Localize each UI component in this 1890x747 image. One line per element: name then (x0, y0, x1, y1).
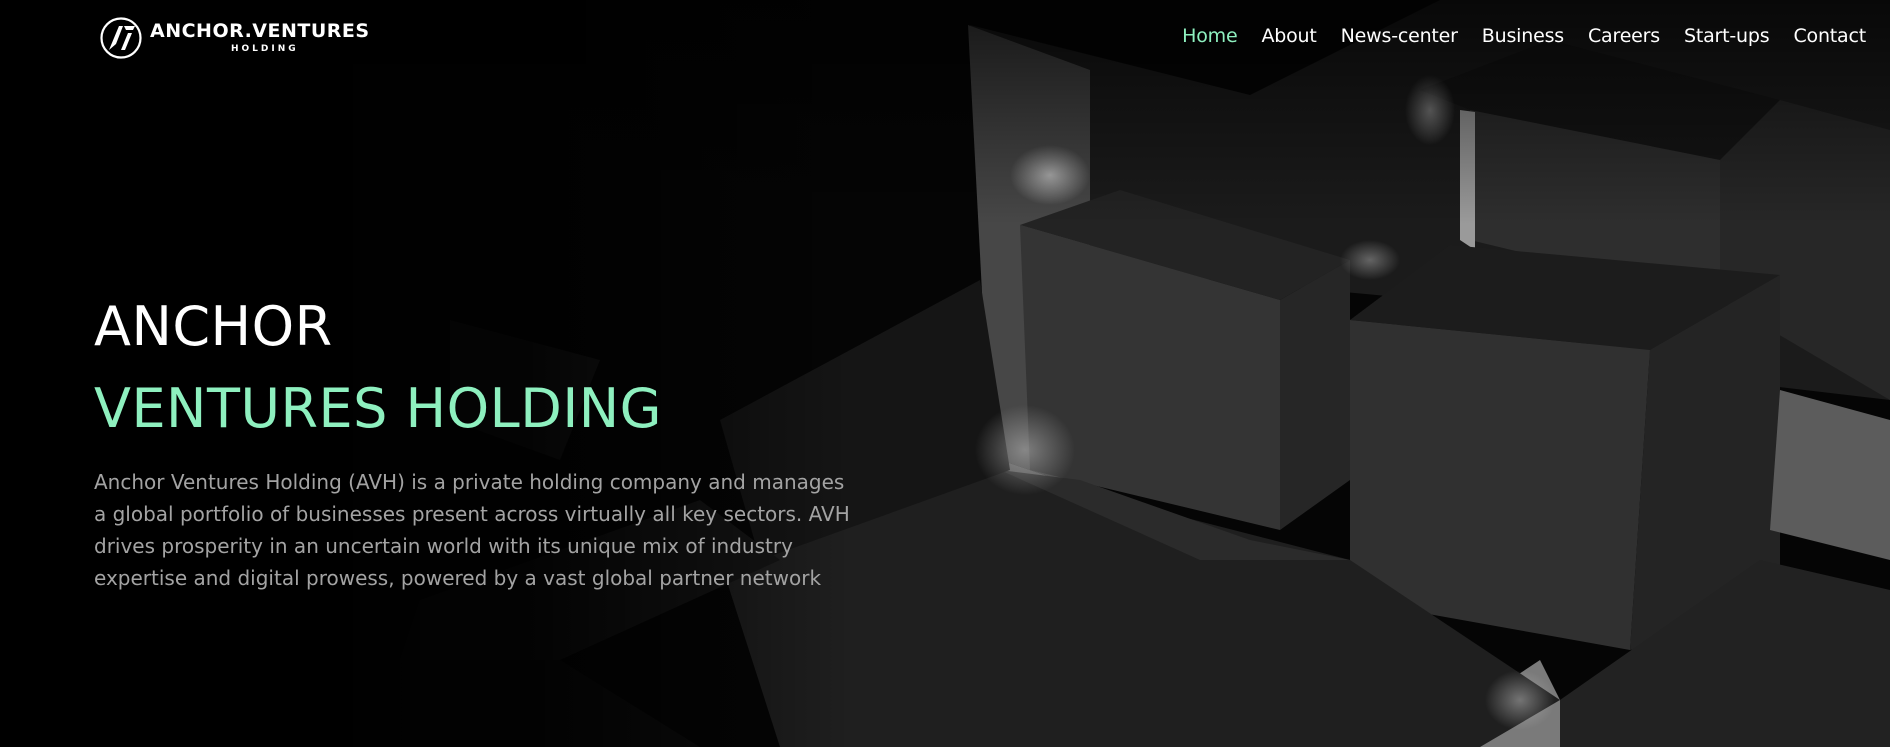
hero-description: Anchor Ventures Holding (AVH) is a priva… (94, 470, 850, 590)
nav-item-start-ups[interactable]: Start-ups (1684, 25, 1770, 47)
brand-logo[interactable]: ANCHOR.VENTURES HOLDING (100, 16, 370, 60)
brand-name: ANCHOR.VENTURES (150, 20, 370, 42)
nav-item-careers[interactable]: Careers (1588, 25, 1660, 47)
hero-title-line2: VENTURES HOLDING (94, 377, 662, 440)
hero-section: ANCHOR VENTURES HOLDING Anchor Ventures … (94, 300, 854, 614)
nav-item-home[interactable]: Home (1182, 25, 1238, 47)
site-header: ANCHOR.VENTURES HOLDING Home About News-… (0, 0, 1890, 76)
nav-item-contact[interactable]: Contact (1793, 25, 1866, 47)
nav-item-news-center[interactable]: News-center (1341, 25, 1458, 47)
nav-item-about[interactable]: About (1261, 25, 1316, 47)
anchor-logo-icon (100, 17, 142, 59)
brand-subtitle: HOLDING (230, 44, 299, 54)
nav-item-business[interactable]: Business (1482, 25, 1564, 47)
hero-title-line1: ANCHOR (94, 295, 333, 358)
main-nav: Home About News-center Business Careers … (1158, 25, 1866, 47)
